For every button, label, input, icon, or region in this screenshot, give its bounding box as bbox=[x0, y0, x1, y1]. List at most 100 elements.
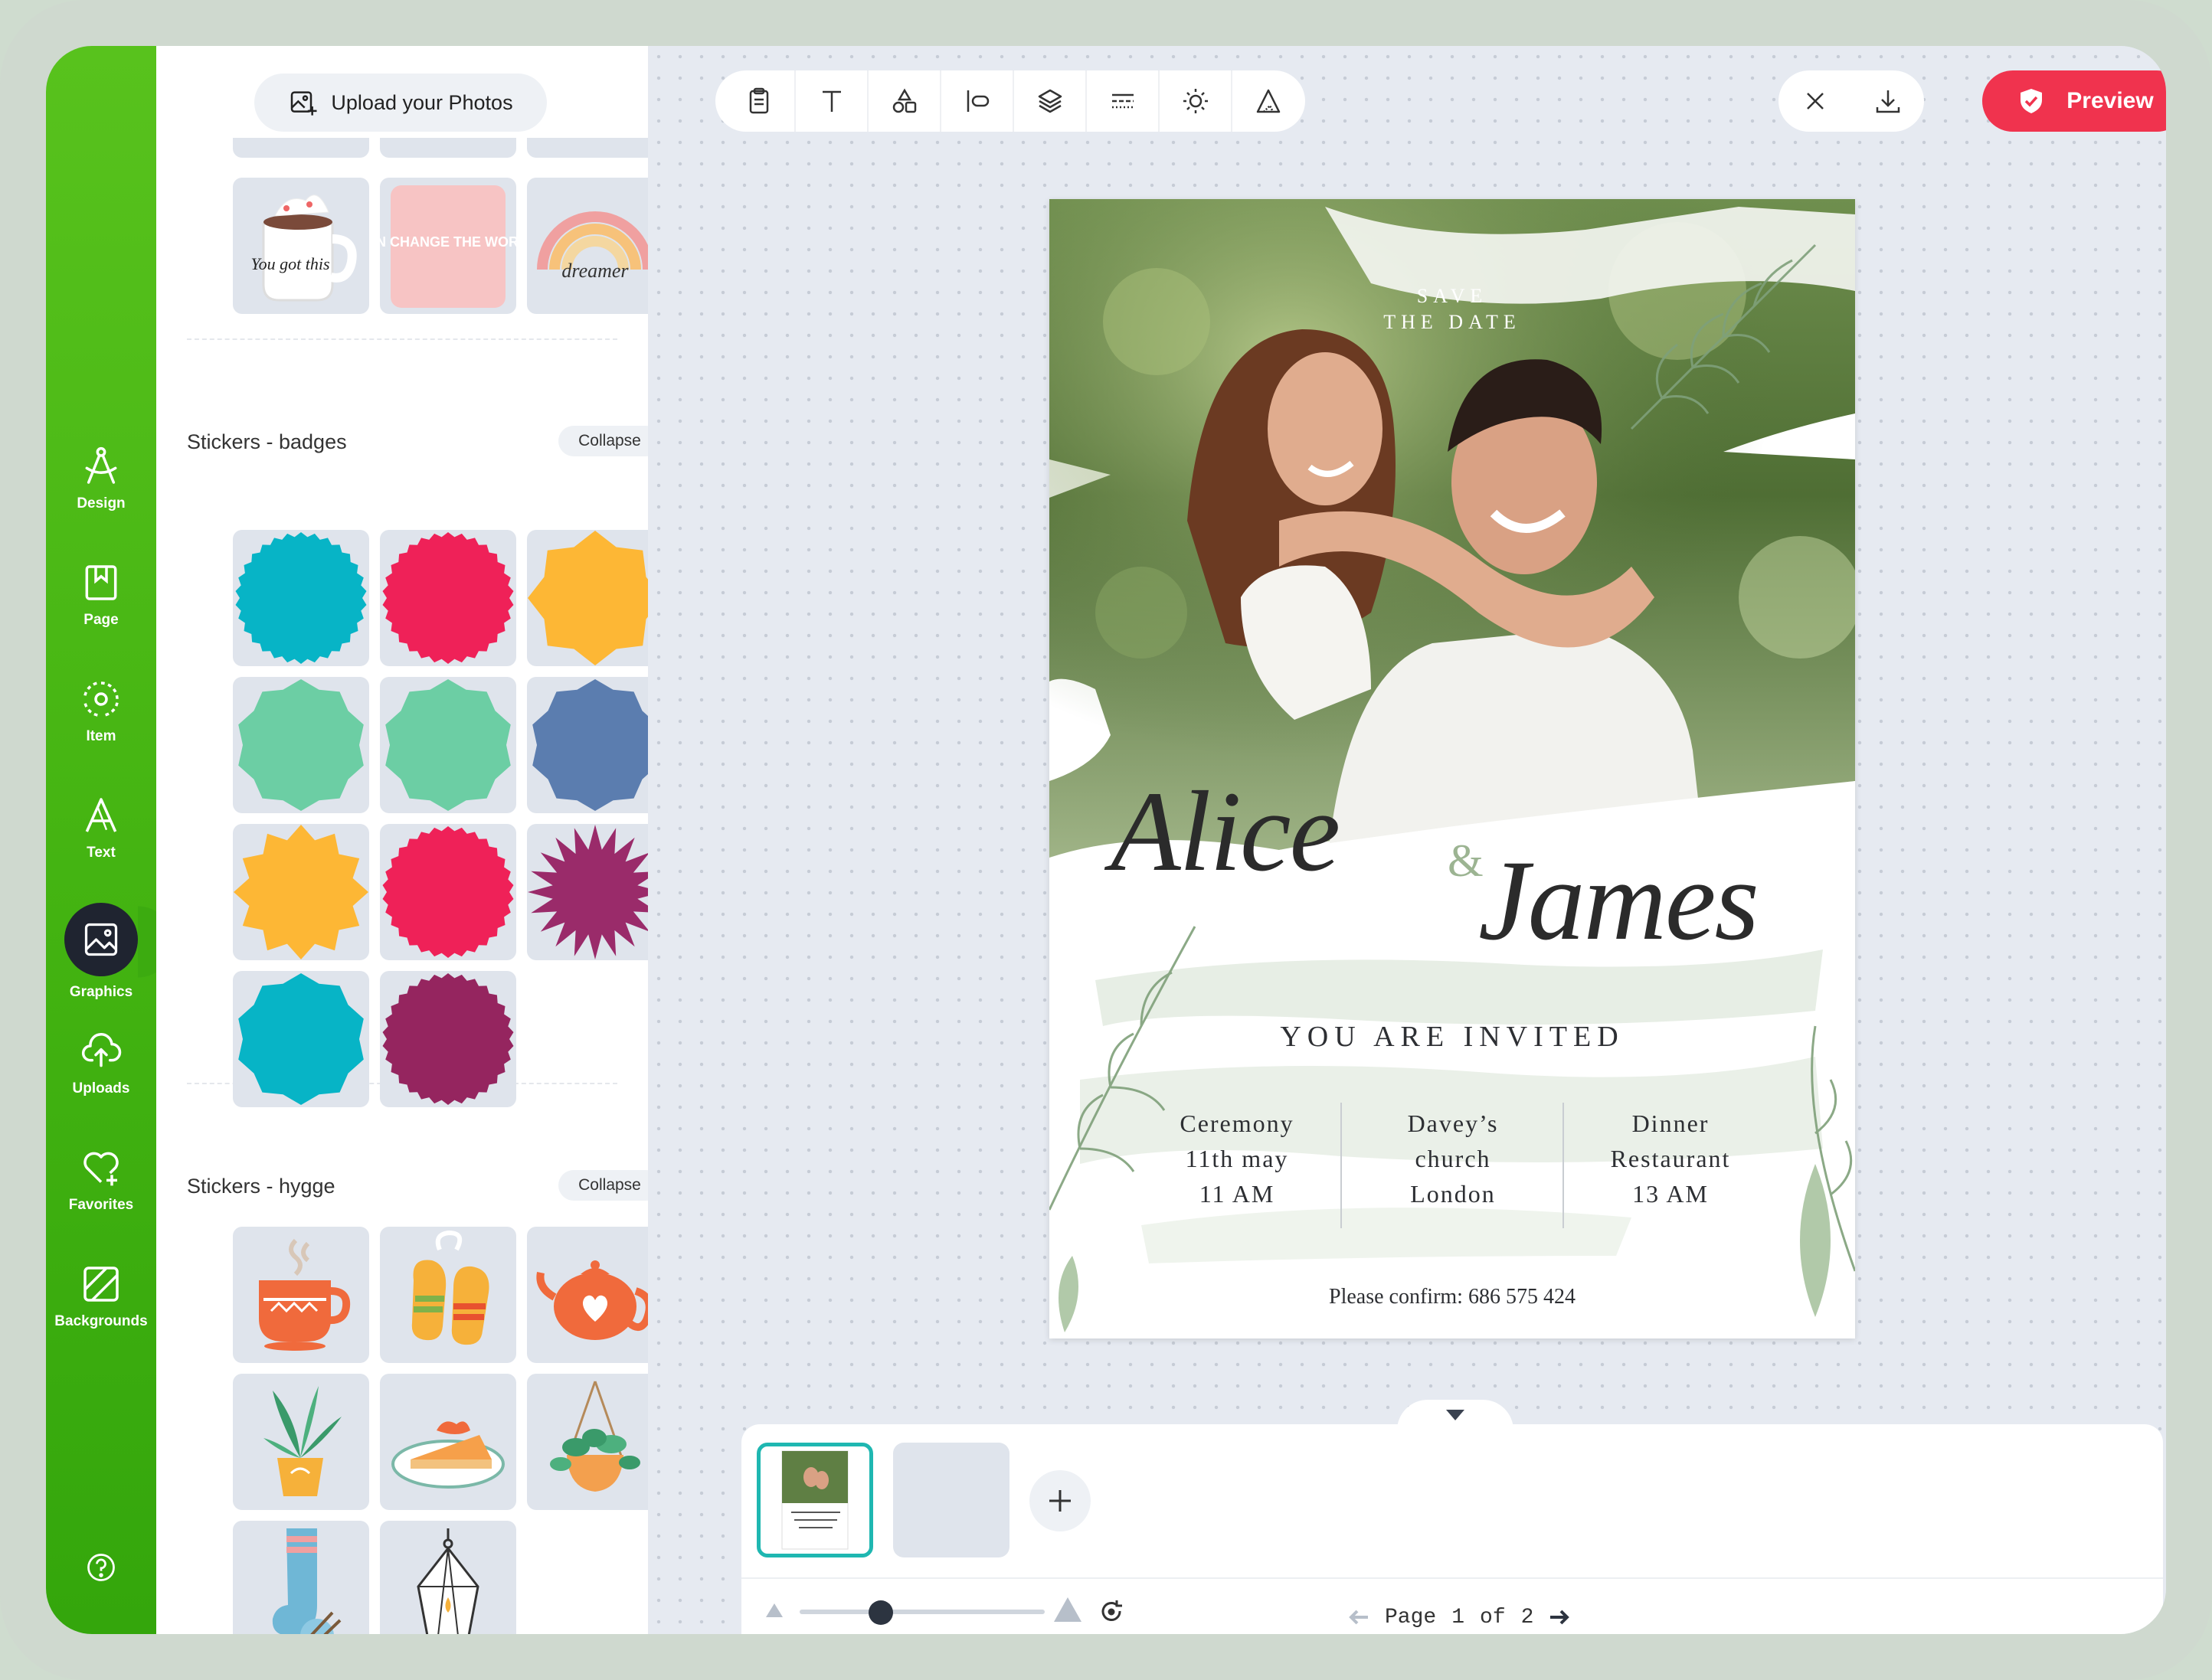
badge-sticker[interactable] bbox=[380, 677, 516, 813]
badge-sticker[interactable] bbox=[380, 530, 516, 666]
sticker-tile[interactable] bbox=[233, 138, 369, 158]
active-bubble bbox=[64, 903, 138, 976]
heart-plus-icon bbox=[83, 1152, 119, 1186]
rail-item-item[interactable]: Item bbox=[46, 662, 156, 761]
rail-item-favorites[interactable]: Favorites bbox=[46, 1130, 156, 1230]
rail-item-design[interactable]: Design bbox=[46, 429, 156, 528]
badge-sticker[interactable] bbox=[380, 971, 516, 1107]
badge-sticker[interactable] bbox=[233, 530, 369, 666]
venue-type: church bbox=[1415, 1145, 1491, 1172]
zoom-slider-track[interactable] bbox=[800, 1610, 1045, 1614]
close-icon[interactable] bbox=[1800, 86, 1831, 116]
badge-sticker[interactable] bbox=[380, 824, 516, 960]
badge-sticker[interactable] bbox=[233, 824, 369, 960]
rail-item-uploads[interactable]: Uploads bbox=[46, 1014, 156, 1113]
help-button[interactable] bbox=[80, 1547, 122, 1588]
sticker-tile[interactable] bbox=[380, 138, 516, 158]
backgrounds-icon bbox=[83, 1267, 119, 1302]
sticker-tile[interactable] bbox=[527, 138, 648, 158]
venue-name: Davey’s bbox=[1407, 1110, 1499, 1137]
preview-label: Preview bbox=[2066, 88, 2154, 113]
align-icon bbox=[967, 90, 989, 112]
collapse-hygge-button[interactable]: Collapse bbox=[558, 1170, 648, 1201]
the-date-text: THE DATE bbox=[1383, 311, 1521, 333]
graphics-panel: Upload your Photos You got this YOU CAN … bbox=[156, 46, 648, 1634]
column-divider bbox=[1562, 1103, 1564, 1228]
next-page-icon[interactable] bbox=[1549, 1608, 1572, 1626]
rail-label: Favorites bbox=[68, 1197, 134, 1213]
image-icon bbox=[84, 923, 118, 956]
shapes-tool[interactable] bbox=[869, 70, 941, 132]
mug-sticker[interactable]: You got this bbox=[233, 178, 369, 314]
upload-photos-button[interactable]: Upload your Photos bbox=[254, 74, 547, 132]
text-tool[interactable] bbox=[796, 70, 869, 132]
layers-tool[interactable] bbox=[1014, 70, 1087, 132]
bookmark-page-icon bbox=[85, 565, 117, 600]
mittens-sticker[interactable] bbox=[380, 1227, 516, 1363]
page-thumbnail-2[interactable] bbox=[893, 1443, 1009, 1557]
rail-label: Backgrounds bbox=[54, 1313, 148, 1329]
invitation-card[interactable]: SAVE THE DATE Alice & James YOU ARE INVI… bbox=[1049, 199, 1855, 1338]
measure-tool[interactable] bbox=[1232, 70, 1305, 132]
pie-slice-sticker[interactable] bbox=[380, 1374, 516, 1510]
badge-sticker[interactable] bbox=[233, 677, 369, 813]
socks-yarn-sticker[interactable] bbox=[233, 1521, 369, 1634]
left-rail: Design Page Item Text Graphics Uploads F… bbox=[46, 46, 156, 1634]
canvas-workspace: Preview SAVE THE DATE Alice & James YOU … bbox=[648, 46, 2166, 1634]
shield-check-icon bbox=[2021, 89, 2043, 113]
page-label: Page bbox=[1385, 1605, 1437, 1629]
badge-sticker[interactable] bbox=[527, 530, 648, 666]
dreamer-rainbow-sticker[interactable]: dreamer bbox=[527, 178, 648, 314]
rail-label: Item bbox=[86, 728, 116, 744]
plus-icon bbox=[1049, 1490, 1071, 1512]
lines-tool[interactable] bbox=[1087, 70, 1160, 132]
section-divider bbox=[187, 338, 617, 340]
dash-lines-icon bbox=[1111, 93, 1134, 109]
rail-item-backgrounds[interactable]: Backgrounds bbox=[46, 1247, 156, 1346]
change-world-sticker[interactable]: YOU CAN CHANGE THE WORLD GIRL bbox=[380, 178, 516, 314]
badge-sticker[interactable] bbox=[527, 824, 648, 960]
section-title-hygge: Stickers - hygge bbox=[187, 1175, 335, 1198]
collapse-badges-button[interactable]: Collapse bbox=[558, 426, 648, 456]
name-james: James bbox=[1478, 837, 1759, 964]
rail-item-page[interactable]: Page bbox=[46, 545, 156, 645]
rail-item-text[interactable]: Text bbox=[46, 778, 156, 878]
caret-down-icon bbox=[1446, 1410, 1464, 1420]
name-alice: Alice bbox=[1111, 768, 1340, 895]
badge-sticker[interactable] bbox=[527, 677, 648, 813]
lantern-sticker[interactable] bbox=[380, 1521, 516, 1634]
mug-sticker-text: You got this bbox=[250, 254, 329, 273]
rail-label: Page bbox=[83, 612, 119, 628]
zoom-in-triangle-icon[interactable] bbox=[1052, 1596, 1083, 1623]
item-target-icon bbox=[83, 681, 119, 717]
column-divider bbox=[1340, 1103, 1342, 1228]
page-navigation: Page 1 of 2 bbox=[1347, 1594, 1572, 1634]
zoom-slider-knob[interactable] bbox=[868, 1600, 893, 1625]
zoom-out-triangle-icon[interactable] bbox=[764, 1602, 784, 1619]
plant-pot-sticker[interactable] bbox=[233, 1374, 369, 1510]
rail-label: Text bbox=[87, 845, 116, 861]
text-tool-icon bbox=[822, 90, 841, 112]
confirm-text: Please confirm: 686 575 424 bbox=[1329, 1285, 1576, 1309]
save-text: SAVE bbox=[1416, 285, 1488, 307]
preview-button[interactable]: Preview bbox=[1982, 70, 2166, 132]
download-icon[interactable] bbox=[1873, 86, 1903, 116]
brightness-tool[interactable] bbox=[1160, 70, 1232, 132]
rail-label: Graphics bbox=[69, 984, 133, 1000]
reset-zoom-icon[interactable] bbox=[1098, 1599, 1124, 1625]
dinner-label: Dinner bbox=[1631, 1110, 1710, 1137]
coffee-cup-sticker[interactable] bbox=[233, 1227, 369, 1363]
dreamer-sticker-text: dreamer bbox=[561, 260, 629, 282]
badge-sticker[interactable] bbox=[233, 971, 369, 1107]
rail-label: Uploads bbox=[72, 1080, 130, 1097]
compass-icon bbox=[85, 446, 117, 484]
align-tool[interactable] bbox=[941, 70, 1014, 132]
triangle-ruler-icon bbox=[1257, 89, 1281, 113]
add-page-button[interactable] bbox=[1029, 1470, 1091, 1531]
prev-page-icon[interactable] bbox=[1347, 1608, 1369, 1626]
teapot-sticker[interactable] bbox=[527, 1227, 648, 1363]
collapse-pages-button[interactable] bbox=[1397, 1400, 1513, 1430]
clipboard-tool[interactable] bbox=[723, 70, 796, 132]
hanging-plant-sticker[interactable] bbox=[527, 1374, 648, 1510]
page-thumbnail-1[interactable] bbox=[757, 1443, 873, 1557]
